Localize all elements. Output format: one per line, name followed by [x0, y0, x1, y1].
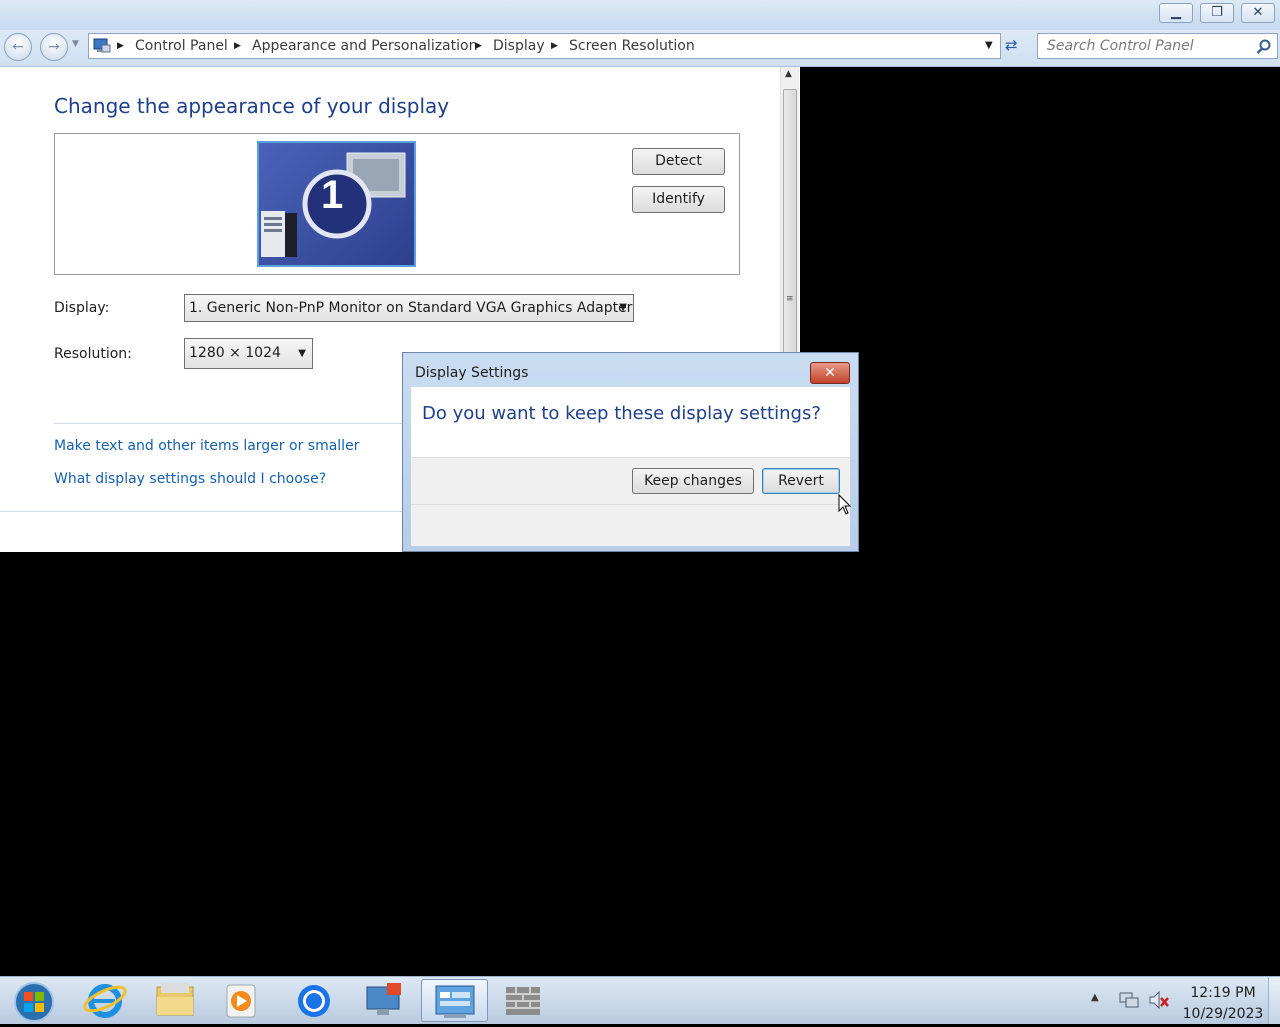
folder-icon: [156, 983, 194, 1016]
breadcrumb-screen-resolution[interactable]: Screen Resolution: [569, 34, 695, 58]
taskbar-media-player[interactable]: [210, 979, 270, 1022]
resolution-label: Resolution:: [54, 346, 132, 362]
mouse-cursor-icon: [838, 494, 852, 515]
recent-pages-icon[interactable]: ▼: [72, 39, 79, 49]
clock-time: 12:19 PM: [1190, 985, 1256, 1001]
monitor-number: 1: [321, 173, 344, 217]
breadcrumb-separator-icon[interactable]: ▶: [475, 34, 482, 58]
media-player-icon: [226, 984, 256, 1018]
resolution-select-value: 1280 × 1024: [189, 345, 281, 361]
taskbar-file-explorer[interactable]: [145, 979, 205, 1022]
chevron-down-icon: ▼: [298, 348, 306, 359]
taskbar: ▲ 12:19 PM 10/29/2023: [0, 976, 1280, 1024]
taskbar-remote-desktop[interactable]: [353, 979, 413, 1022]
forward-arrow-icon: →: [48, 39, 60, 55]
network-icon[interactable]: [1118, 989, 1140, 1011]
close-button[interactable]: ✕: [1241, 3, 1275, 23]
clock-date: 10/29/2023: [1182, 1006, 1264, 1022]
taskbar-control-panel[interactable]: [421, 979, 488, 1022]
taskbar-internet-explorer[interactable]: [75, 979, 135, 1022]
dialog-question: Do you want to keep these display settin…: [422, 403, 821, 424]
remote-desktop-icon: [366, 983, 401, 1015]
display-settings-help-link[interactable]: What display settings should I choose?: [54, 471, 326, 487]
dialog-button-area: Keep changes Revert: [411, 457, 850, 546]
back-arrow-icon: ←: [12, 39, 24, 55]
windows-start-orb-icon: [14, 982, 54, 1022]
internet-explorer-icon: [83, 984, 127, 1018]
divider: [411, 504, 850, 505]
monitor-arrangement-box: 1 Detect Identify: [54, 133, 740, 275]
detect-button[interactable]: Detect: [632, 148, 725, 175]
back-button[interactable]: ←: [4, 33, 32, 61]
text-size-link[interactable]: Make text and other items larger or smal…: [54, 438, 359, 454]
breadcrumb-separator-icon[interactable]: ▶: [551, 34, 558, 58]
refresh-icon[interactable]: ⇄: [1005, 36, 1018, 54]
search-input[interactable]: Search Control Panel: [1047, 34, 1194, 58]
display-settings-dialog: Display Settings ✕ Do you want to keep t…: [402, 352, 859, 552]
scroll-up-icon[interactable]: ▲: [785, 69, 792, 79]
taskbar-firewall[interactable]: [492, 979, 552, 1022]
window-title-bar: ▁ ❐ ✕: [0, 0, 1280, 30]
dialog-close-button[interactable]: ✕: [810, 362, 850, 384]
resolution-select[interactable]: 1280 × 1024 ▼: [184, 338, 313, 369]
breadcrumb-appearance[interactable]: Appearance and Personalization: [252, 34, 477, 58]
control-panel-icon: [435, 985, 475, 1018]
restore-button[interactable]: ❐: [1200, 3, 1234, 23]
search-icon[interactable]: [1256, 39, 1272, 55]
taskbar-chrome[interactable]: [284, 979, 344, 1022]
monitor-1-preview[interactable]: 1: [257, 141, 416, 267]
show-desktop-button[interactable]: [1268, 977, 1280, 1024]
revert-button[interactable]: Revert: [762, 468, 840, 494]
close-icon: ✕: [824, 365, 836, 381]
minimize-button[interactable]: ▁: [1159, 3, 1193, 23]
identify-button[interactable]: Identify: [632, 186, 725, 213]
show-hidden-icons-icon[interactable]: ▲: [1091, 992, 1099, 1003]
dialog-body: Do you want to keep these display settin…: [411, 387, 850, 546]
display-select[interactable]: 1. Generic Non-PnP Monitor on Standard V…: [184, 294, 634, 322]
minimize-icon: ▁: [1171, 5, 1181, 20]
grip-icon: ≡: [786, 294, 794, 304]
breadcrumb-separator-icon[interactable]: ▶: [117, 34, 124, 58]
close-icon: ✕: [1252, 5, 1264, 20]
navigation-bar: ← → ▼ ▶ Control Panel ▶ Appearance and P…: [0, 30, 1280, 67]
dialog-title: Display Settings: [415, 365, 529, 381]
search-box[interactable]: Search Control Panel: [1037, 33, 1278, 59]
volume-muted-icon[interactable]: [1148, 989, 1170, 1011]
control-panel-icon: [93, 38, 111, 53]
start-button[interactable]: [2, 979, 64, 1022]
page-title: Change the appearance of your display: [54, 94, 450, 118]
address-dropdown-icon[interactable]: ▼: [985, 40, 993, 51]
restore-icon: ❐: [1211, 5, 1223, 20]
chrome-icon: [298, 985, 330, 1017]
forward-button[interactable]: →: [40, 33, 68, 61]
keep-changes-button[interactable]: Keep changes: [632, 468, 754, 494]
firewall-icon: [506, 987, 540, 1015]
system-clock[interactable]: 12:19 PM 10/29/2023: [1178, 983, 1268, 1025]
breadcrumb-separator-icon[interactable]: ▶: [234, 34, 241, 58]
display-select-value: 1. Generic Non-PnP Monitor on Standard V…: [189, 300, 633, 316]
address-bar[interactable]: ▶ Control Panel ▶ Appearance and Persona…: [88, 33, 1001, 59]
breadcrumb-control-panel[interactable]: Control Panel: [135, 34, 228, 58]
breadcrumb-display[interactable]: Display: [493, 34, 545, 58]
chevron-down-icon: ▼: [619, 302, 627, 313]
display-label: Display:: [54, 300, 110, 316]
